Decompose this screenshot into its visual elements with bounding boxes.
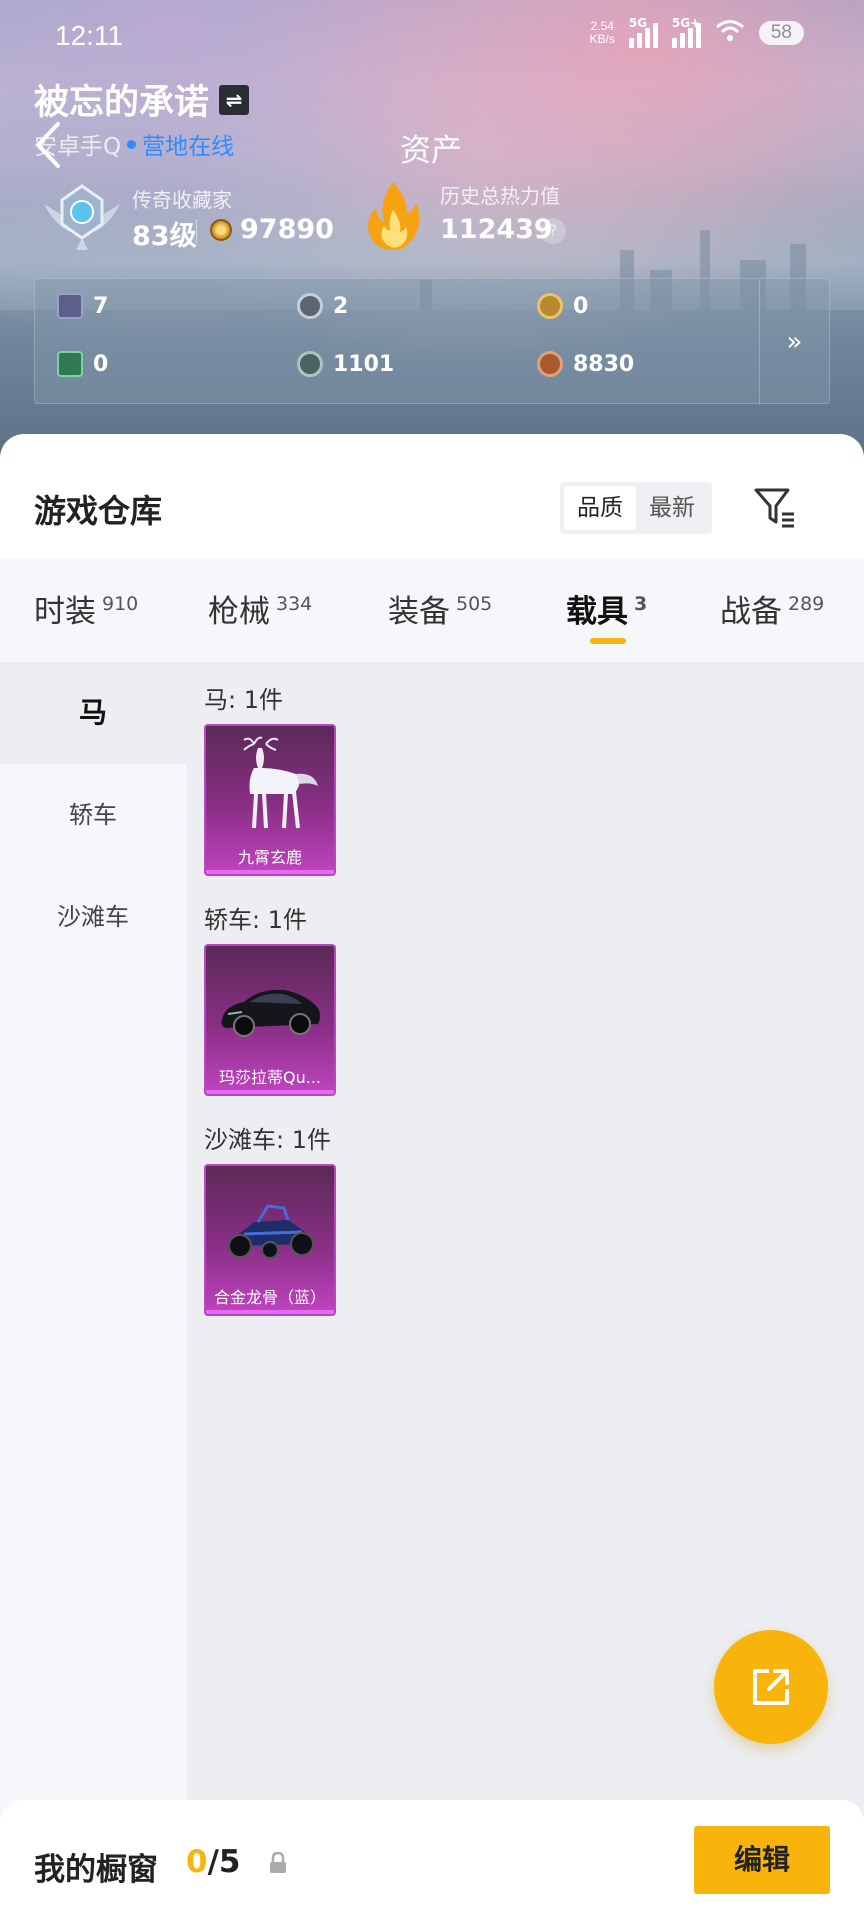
platform-status: 安卓手Q 营地在线 bbox=[34, 134, 235, 160]
rank-level: 83级 bbox=[132, 221, 197, 252]
rarity-bar bbox=[206, 1310, 334, 1314]
bronze-coin-icon bbox=[537, 351, 563, 377]
tab-fashion[interactable]: 时装 910 bbox=[34, 586, 138, 631]
sidebar-item-buggy[interactable]: 沙滩车 bbox=[0, 866, 186, 968]
sports-car-icon bbox=[221, 989, 320, 1037]
sidebar-item-sedan[interactable]: 轿车 bbox=[0, 764, 186, 866]
online-dot-icon bbox=[127, 139, 137, 149]
rarity-bar bbox=[206, 870, 334, 874]
warehouse-header: 游戏仓库 品质 最新 bbox=[0, 434, 864, 558]
share-out-icon bbox=[753, 1669, 789, 1705]
item-card-buggy[interactable]: 合金龙骨（蓝） bbox=[204, 1164, 336, 1316]
lock-icon bbox=[270, 1852, 286, 1873]
item-name: 合金龙骨（蓝） bbox=[213, 1288, 326, 1307]
collection-coins: 97890 bbox=[240, 214, 334, 245]
asset-item: 8830 bbox=[537, 351, 634, 377]
sort-toggle: 品质 最新 bbox=[560, 482, 712, 534]
sort-quality[interactable]: 品质 bbox=[564, 486, 636, 530]
green-card-icon bbox=[57, 351, 83, 377]
warehouse-title: 游戏仓库 bbox=[34, 492, 163, 530]
signal-icon-2: 5G+ bbox=[671, 16, 701, 48]
rank-badge-icon bbox=[44, 184, 120, 250]
deer-mount-icon bbox=[243, 736, 318, 829]
card-icon bbox=[57, 293, 83, 319]
item-name: 九霄玄鹿 bbox=[237, 848, 302, 867]
category-tabs: 时装 910 枪械 334 装备 505 载具 3 战备 289 bbox=[0, 558, 864, 662]
heat-value: 112439 bbox=[440, 214, 553, 245]
tab-weapons[interactable]: 枪械 334 bbox=[208, 586, 312, 631]
profile-header: 12:11 2.54 KB/s 5G 5G+ 58 被忘的承诺 ⇌ 安卓手Q 营… bbox=[0, 0, 864, 470]
username: 被忘的承诺 ⇌ bbox=[34, 74, 250, 125]
active-tab-indicator bbox=[590, 638, 626, 644]
item-name: 玛莎拉蒂Qu... bbox=[219, 1068, 321, 1087]
section-label-buggy: 沙滩车: 1件 bbox=[204, 1126, 331, 1154]
switch-account-icon[interactable]: ⇌ bbox=[219, 84, 250, 115]
battery-icon: 58 bbox=[758, 21, 804, 45]
item-card-horse[interactable]: 九霄玄鹿 bbox=[204, 724, 336, 876]
status-bar: 12:11 2.54 KB/s 5G 5G+ 58 bbox=[0, 0, 864, 76]
section-label-horse: 马: 1件 bbox=[204, 686, 283, 714]
showcase-bar: 我的橱窗 0/5 编辑 bbox=[0, 1800, 864, 1920]
flame-icon bbox=[368, 182, 420, 251]
share-button[interactable] bbox=[714, 1630, 828, 1744]
tab-supplies[interactable]: 战备 289 bbox=[720, 586, 824, 631]
rarity-bar bbox=[206, 1090, 334, 1094]
showcase-title: 我的橱窗 bbox=[34, 1852, 158, 1888]
item-card-sedan[interactable]: 玛莎拉蒂Qu... bbox=[204, 944, 336, 1096]
sidebar-item-horse[interactable]: 马 bbox=[0, 662, 186, 764]
double-chevron-right-icon[interactable]: » bbox=[759, 279, 829, 405]
network-speed: 2.54 KB/s bbox=[589, 19, 615, 46]
coin-ring-icon bbox=[297, 293, 323, 319]
asset-item: 0 bbox=[537, 293, 588, 319]
gold-badge-icon bbox=[537, 293, 563, 319]
tab-vehicles[interactable]: 载具 3 bbox=[566, 586, 647, 631]
vehicle-category-sidebar: 马 轿车 沙滩车 bbox=[0, 662, 186, 1920]
collection-coin-icon bbox=[210, 219, 232, 241]
wifi-icon bbox=[715, 19, 745, 48]
filter-icon[interactable] bbox=[752, 484, 798, 528]
asset-item: 0 bbox=[57, 351, 108, 377]
orb-icon bbox=[297, 351, 323, 377]
section-label-sedan: 轿车: 1件 bbox=[204, 906, 307, 934]
asset-item: 1101 bbox=[297, 351, 394, 377]
tab-equipment[interactable]: 装备 505 bbox=[388, 586, 492, 631]
edit-button[interactable]: 编辑 bbox=[694, 1826, 830, 1894]
divider bbox=[196, 219, 197, 243]
heat-title: 历史总热力值 bbox=[440, 184, 560, 208]
asset-item: 2 bbox=[297, 293, 348, 319]
status-time: 12:11 bbox=[55, 20, 123, 51]
status-icons: 2.54 KB/s 5G 5G+ 58 bbox=[589, 16, 804, 48]
page-title: 资产 bbox=[400, 133, 462, 169]
rank-title: 传奇收藏家 bbox=[132, 188, 232, 212]
asset-item: 7 bbox=[57, 293, 108, 319]
showcase-count: 0/5 bbox=[186, 1844, 241, 1880]
assets-panel[interactable]: 7 2 0 0 1101 8830 » bbox=[34, 278, 830, 405]
help-icon[interactable]: ? bbox=[540, 218, 566, 244]
buggy-icon bbox=[228, 1204, 314, 1259]
sort-latest[interactable]: 最新 bbox=[636, 486, 708, 530]
signal-icon: 5G bbox=[628, 16, 658, 48]
